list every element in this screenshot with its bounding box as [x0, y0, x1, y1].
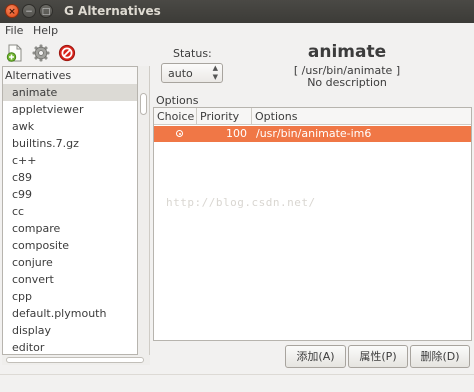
list-item[interactable]: compare	[3, 220, 137, 237]
column-header-priority[interactable]: Priority ▼	[197, 108, 252, 139]
alternative-name: animate	[307, 42, 387, 62]
column-header-choice[interactable]: Choice	[154, 108, 197, 125]
maximize-window-button[interactable]: □	[39, 4, 53, 18]
list-item[interactable]: c99	[3, 186, 137, 203]
status-bar	[0, 374, 474, 392]
list-item[interactable]: cpp	[3, 288, 137, 305]
vertical-scroll-thumb[interactable]	[140, 93, 147, 115]
alternatives-header-label: Alternatives	[5, 69, 72, 82]
list-item[interactable]: editor	[3, 339, 137, 354]
status-label: Status:	[173, 47, 212, 60]
gear-icon[interactable]	[32, 44, 50, 62]
column-header-options[interactable]: Options	[252, 108, 471, 125]
list-item[interactable]: appletviewer	[3, 101, 137, 118]
list-item[interactable]: display	[3, 322, 137, 339]
status-value: auto	[168, 67, 193, 80]
properties-button[interactable]: 属性(P)	[348, 345, 408, 368]
remove-icon[interactable]	[58, 44, 76, 62]
column-options-label: Options	[255, 110, 298, 123]
menu-help[interactable]: Help	[33, 24, 58, 37]
list-item[interactable]: composite	[3, 237, 137, 254]
add-button[interactable]: 添加(A)	[285, 345, 346, 368]
list-item[interactable]: animate	[3, 84, 137, 101]
status-combo[interactable]: auto ▲ ▼	[161, 63, 223, 83]
minimize-window-button[interactable]: −	[22, 4, 36, 18]
choice-radio[interactable]	[176, 130, 183, 137]
title-bar: × − □ G Alternatives	[0, 0, 474, 23]
options-label: Options	[156, 94, 199, 107]
column-choice-label: Choice	[157, 110, 195, 123]
alternatives-list: animate appletviewer awk builtins.7.gz c…	[2, 84, 138, 355]
list-item[interactable]: conjure	[3, 254, 137, 271]
column-priority-label: Priority	[200, 110, 240, 123]
menu-file[interactable]: File	[5, 24, 23, 37]
list-item[interactable]: cc	[3, 203, 137, 220]
list-item[interactable]: c++	[3, 152, 137, 169]
list-item[interactable]: c89	[3, 169, 137, 186]
delete-button[interactable]: 删除(D)	[410, 345, 470, 368]
watermark: http://blog.csdn.net/	[166, 196, 316, 209]
alternatives-horizontal-scrollbar[interactable]	[2, 355, 150, 365]
list-item[interactable]: default.plymouth	[3, 305, 137, 322]
list-item[interactable]: convert	[3, 271, 137, 288]
table-row[interactable]: 100 /usr/bin/animate-im6	[154, 126, 471, 142]
list-item[interactable]: awk	[3, 118, 137, 135]
option-path-cell: /usr/bin/animate-im6	[256, 127, 372, 140]
window-title: G Alternatives	[64, 4, 161, 18]
add-icon[interactable]	[6, 44, 24, 62]
options-table: Choice Priority ▼ Options 100 /usr/bin/a…	[153, 107, 472, 341]
close-window-button[interactable]: ×	[5, 4, 19, 18]
alternatives-column-header[interactable]: Alternatives	[2, 66, 138, 84]
alternative-description: No description	[307, 76, 387, 89]
up-down-arrows-icon: ▲ ▼	[212, 64, 218, 81]
menu-bar: File Help	[0, 23, 474, 39]
list-item[interactable]: builtins.7.gz	[3, 135, 137, 152]
horizontal-scroll-thumb[interactable]	[6, 357, 144, 363]
alternatives-vertical-scrollbar[interactable]	[138, 66, 150, 355]
priority-cell: 100	[226, 127, 247, 140]
